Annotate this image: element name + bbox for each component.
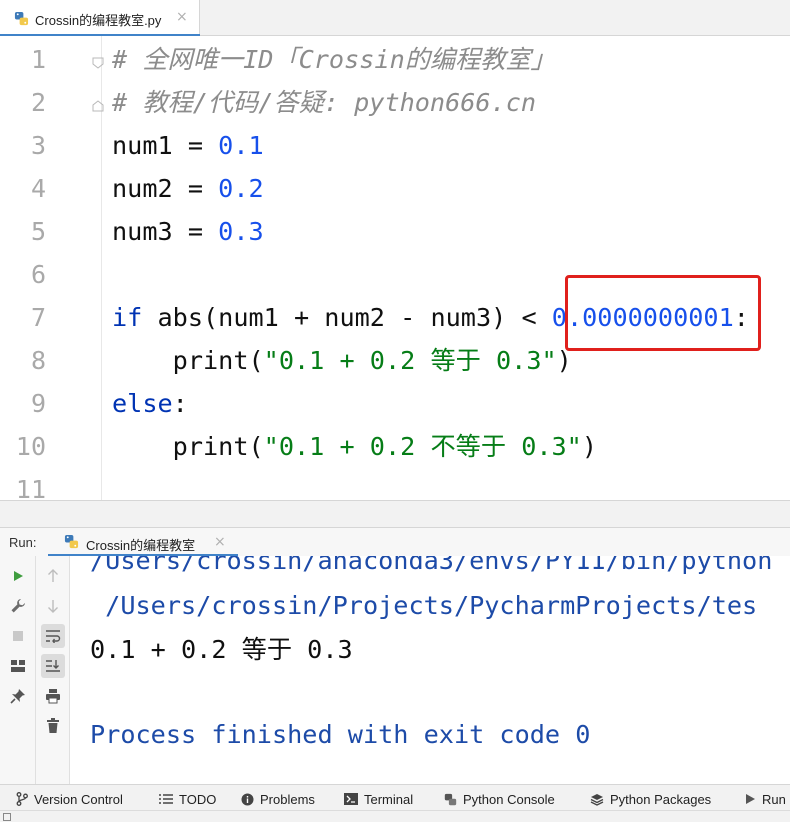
- tool-label: TODO: [179, 791, 217, 807]
- console-line: Process finished with exit code 0: [90, 720, 591, 749]
- line-number: 9: [30, 389, 46, 418]
- line-number: 2: [30, 88, 46, 117]
- play-icon: [746, 794, 755, 804]
- tool-run[interactable]: Run: [744, 790, 786, 808]
- wrench-icon[interactable]: [6, 594, 30, 618]
- status-bar: [0, 810, 790, 822]
- arrow-down-icon[interactable]: [41, 594, 65, 618]
- line-number: 7: [30, 303, 46, 332]
- function-call: print(: [112, 346, 264, 375]
- tool-label: Terminal: [364, 791, 414, 807]
- identifier: num2 =: [112, 174, 219, 203]
- code-line-4: num2 = 0.2: [112, 172, 264, 206]
- code-line-10: print("0.1 + 0.2 不等于 0.3"): [112, 430, 597, 464]
- tool-window-bar: Version Control TODO Problems Terminal P…: [0, 784, 790, 810]
- comment: # 教程/代码/答疑: python666.cn: [112, 88, 537, 117]
- tool-label: Problems: [260, 791, 315, 807]
- code-line-9: else:: [112, 387, 188, 421]
- trash-icon[interactable]: [41, 714, 65, 738]
- string-literal: "0.1 + 0.2 不等于 0.3": [263, 432, 582, 461]
- tool-version-control[interactable]: Version Control: [16, 790, 123, 808]
- identifier: num1 =: [112, 131, 219, 160]
- print-icon[interactable]: [41, 684, 65, 708]
- branch-icon: [16, 792, 28, 806]
- code-line-8: print("0.1 + 0.2 等于 0.3"): [112, 344, 572, 378]
- number-literal: 0.1: [218, 131, 264, 160]
- number-literal: 0.3: [218, 217, 264, 246]
- editor-tab[interactable]: Crossin的编程教室.py ×: [0, 0, 200, 36]
- line-number: 10: [15, 432, 46, 461]
- code-line-5: num3 = 0.3: [112, 215, 264, 249]
- stop-button[interactable]: [6, 624, 30, 648]
- python-icon: [64, 534, 79, 553]
- tool-python-packages[interactable]: Python Packages: [590, 790, 711, 808]
- run-console-output[interactable]: /Users/crossin/anaconda3/envs/PY11/bin/p…: [70, 556, 790, 784]
- arrow-up-icon[interactable]: [41, 564, 65, 588]
- line-number: 5: [30, 217, 46, 246]
- layout-icon[interactable]: [6, 654, 30, 678]
- line-number: 1: [30, 45, 46, 74]
- line-number: 8: [30, 346, 46, 375]
- expression: abs(num1 + num2 - num3) <: [157, 303, 552, 332]
- identifier: num3 =: [112, 217, 219, 246]
- line-number: 3: [30, 131, 46, 160]
- scroll-to-end-icon[interactable]: [41, 654, 65, 678]
- keyword-if: if: [112, 303, 158, 332]
- tool-todo[interactable]: TODO: [159, 790, 216, 808]
- line-number: 4: [30, 174, 46, 203]
- list-icon: [159, 794, 173, 804]
- tool-label: Python Console: [463, 791, 555, 807]
- code-line-3: num1 = 0.1: [112, 129, 264, 163]
- tool-problems[interactable]: Problems: [241, 790, 315, 808]
- paren: ): [581, 432, 598, 461]
- console-line: 0.1 + 0.2 等于 0.3: [90, 635, 353, 664]
- python-file-icon: [14, 11, 29, 30]
- pin-icon[interactable]: [6, 684, 30, 708]
- rerun-button[interactable]: [6, 564, 30, 588]
- line-number-gutter: 1 2 3 4 5 6 7 8 9 10 11: [0, 36, 105, 500]
- tool-label: Version Control: [34, 791, 123, 807]
- highlight-annotation-box: [565, 275, 761, 351]
- run-config-tab[interactable]: Crossin的编程教室 ×: [62, 528, 232, 556]
- run-toolbar-primary: [0, 556, 36, 784]
- tool-python-console[interactable]: Python Console: [444, 790, 555, 808]
- code-line-1: # 全网唯一ID「Crossin的编程教室」: [112, 43, 556, 77]
- run-tab-label: Crossin的编程教室: [86, 538, 196, 553]
- editor-run-splitter[interactable]: [0, 500, 790, 528]
- layers-icon: [590, 793, 604, 806]
- soft-wrap-icon[interactable]: [41, 624, 65, 648]
- line-number: 6: [30, 260, 46, 289]
- keyword-else: else: [112, 389, 173, 418]
- close-icon[interactable]: ×: [176, 9, 188, 25]
- close-icon[interactable]: ×: [214, 534, 226, 550]
- code-editor[interactable]: 1 2 3 4 5 6 7 8 9 10 11 # 全网唯一ID「Crossin…: [0, 36, 790, 500]
- tool-terminal[interactable]: Terminal: [344, 790, 413, 808]
- number-literal: 0.2: [218, 174, 264, 203]
- string-literal: "0.1 + 0.2 等于 0.3": [263, 346, 557, 375]
- tool-label: Run: [762, 791, 786, 807]
- status-toggle-icon[interactable]: [3, 813, 11, 821]
- console-line: /Users/crossin/anaconda3/envs/PY11/bin/p…: [90, 556, 773, 575]
- fold-end-icon[interactable]: [91, 98, 105, 112]
- colon: :: [172, 389, 188, 418]
- editor-tab-label: Crossin的编程教室.py: [35, 13, 162, 28]
- console-line: /Users/crossin/Projects/PycharmProjects/…: [90, 591, 758, 620]
- editor-tab-bar: Crossin的编程教室.py ×: [0, 0, 790, 36]
- line-number: 11: [15, 475, 46, 500]
- python-icon: [444, 793, 457, 805]
- run-toolbar-secondary: [36, 556, 70, 784]
- run-panel-label: Run:: [9, 535, 37, 550]
- comment: # 全网唯一ID「Crossin的编程教室」: [112, 45, 556, 74]
- info-icon: [241, 793, 254, 805]
- fold-start-icon[interactable]: [91, 55, 105, 69]
- function-call: print(: [112, 432, 264, 461]
- tool-label: Python Packages: [610, 791, 712, 807]
- code-line-2: # 教程/代码/答疑: python666.cn: [112, 86, 536, 120]
- terminal-icon: [344, 793, 358, 805]
- run-panel-header: Run: Crossin的编程教室 ×: [0, 528, 790, 556]
